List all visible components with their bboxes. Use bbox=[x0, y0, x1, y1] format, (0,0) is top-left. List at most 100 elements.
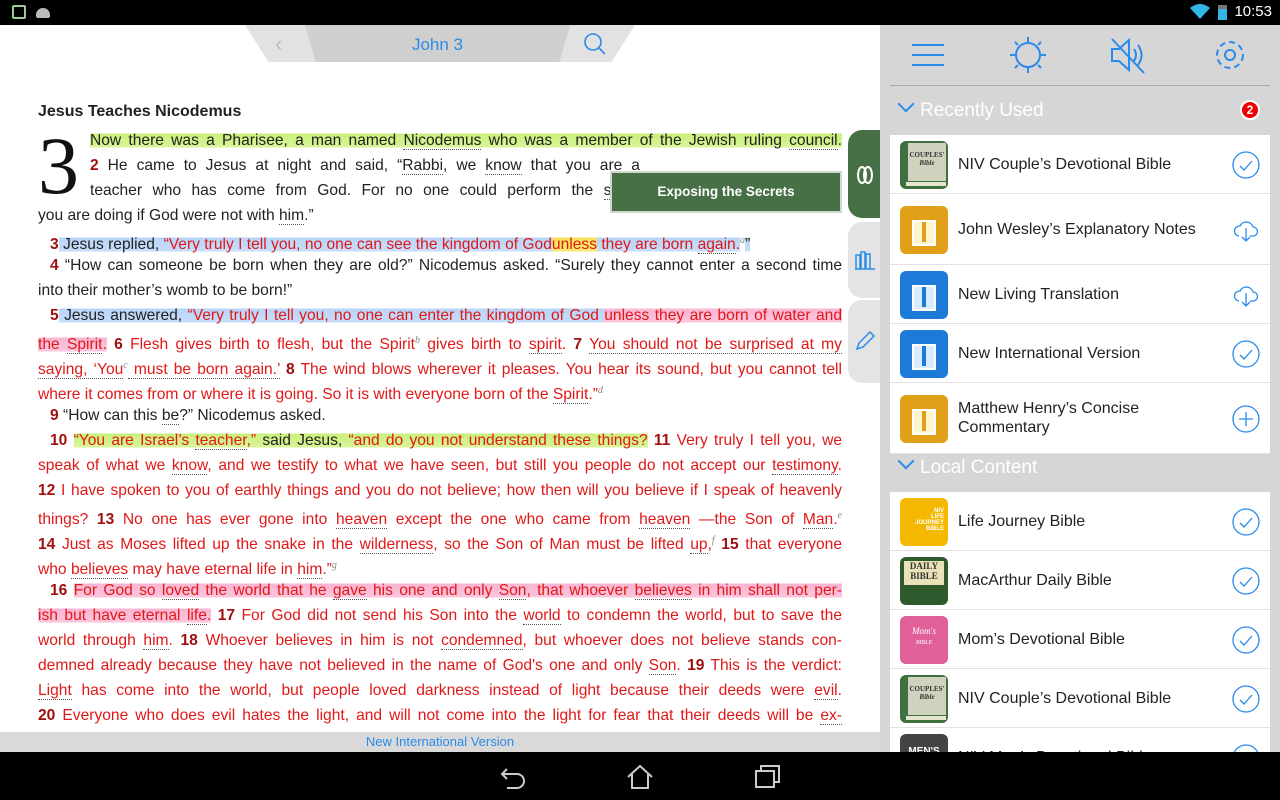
installed-check-icon[interactable] bbox=[1232, 744, 1260, 752]
linked-word[interactable]: him bbox=[297, 561, 323, 580]
footnote-marker[interactable]: e bbox=[838, 510, 842, 521]
devotional-tab[interactable] bbox=[848, 130, 880, 218]
linked-word[interactable]: know bbox=[485, 157, 522, 175]
local-content-header[interactable]: Local Content bbox=[897, 452, 1037, 479]
home-icon[interactable] bbox=[625, 762, 655, 792]
promo-banner[interactable]: Exposing the Secrets bbox=[610, 171, 842, 213]
book-cover-icon: Mom's BIBLE bbox=[900, 616, 948, 664]
linked-word[interactable]: him bbox=[143, 632, 169, 650]
chapter-selector[interactable]: John 3 bbox=[305, 35, 570, 55]
recently-used-header[interactable]: Recently Used bbox=[897, 95, 1044, 122]
verse-text: into their mother’s womb to be born!” bbox=[38, 282, 293, 299]
library-item[interactable]: COUPLES' Bible NIV Couple’s Devotional Bib… bbox=[890, 669, 1270, 728]
passage-line: into their mother’s womb to be born!” bbox=[38, 278, 842, 303]
linked-word[interactable]: testimony bbox=[772, 457, 838, 475]
linked-word[interactable]: believes bbox=[634, 582, 692, 600]
installed-check-icon[interactable] bbox=[1232, 567, 1260, 595]
library-item[interactable]: New International Version bbox=[890, 324, 1270, 383]
linked-word[interactable]: life bbox=[186, 607, 207, 625]
linked-word[interactable]: You should not be surprised at my bbox=[589, 336, 842, 355]
installed-check-icon[interactable] bbox=[1232, 685, 1260, 713]
linked-word[interactable]: heaven bbox=[639, 511, 691, 530]
linked-word[interactable]: Son bbox=[498, 582, 527, 600]
linked-word[interactable]: Son bbox=[648, 657, 677, 675]
linked-word[interactable]: gave bbox=[332, 582, 367, 600]
linked-word[interactable]: condemned bbox=[441, 632, 523, 650]
wifi-icon bbox=[1190, 4, 1210, 19]
linked-word[interactable]: Spirit bbox=[66, 336, 103, 355]
library-tab[interactable] bbox=[848, 222, 880, 298]
linked-word[interactable]: be bbox=[161, 407, 180, 425]
back-icon[interactable] bbox=[497, 762, 527, 792]
mute-icon[interactable] bbox=[1108, 35, 1148, 75]
linked-word[interactable]: know bbox=[171, 457, 208, 475]
linked-word[interactable]: council bbox=[789, 132, 838, 150]
add-icon[interactable] bbox=[1232, 405, 1260, 433]
library-item[interactable]: NIV LIFE JOURNEY BIBLE Life Journey Bible bbox=[890, 492, 1270, 551]
library-item[interactable]: New Living Translation bbox=[890, 265, 1270, 324]
passage-text[interactable]: Now there was a Pharisee, a man named Ni… bbox=[38, 128, 842, 728]
footnote-marker[interactable]: d bbox=[598, 385, 603, 396]
verse-text: in him shall not per- bbox=[691, 582, 842, 599]
linked-word[interactable]: Spirit bbox=[552, 386, 589, 405]
library-item[interactable]: Matthew Henry’s Concise Commentary bbox=[890, 383, 1270, 454]
linked-word[interactable]: spirit bbox=[528, 336, 562, 355]
linked-word[interactable]: believes bbox=[70, 561, 129, 580]
bible-reader[interactable]: ‹ John 3 Jesus Teaches Nicodemus 3 Now t… bbox=[0, 25, 880, 732]
verse-text: Everyone who does evil hates the light, … bbox=[55, 707, 821, 724]
cloud-download-icon[interactable] bbox=[1232, 216, 1260, 244]
linked-word[interactable]: must be born again.’ bbox=[127, 361, 280, 380]
verse-number: 11 bbox=[653, 432, 671, 449]
verse-text: ,” bbox=[246, 432, 257, 449]
verse-number: 10 bbox=[50, 432, 68, 449]
cloud-download-icon[interactable] bbox=[1232, 281, 1260, 309]
verse-text: who was a member of the Jewish ruling bbox=[481, 132, 790, 149]
library-item[interactable]: John Wesley’s Explanatory Notes bbox=[890, 194, 1270, 265]
verse-number: 7 bbox=[573, 336, 583, 354]
linked-word[interactable]: world bbox=[523, 607, 561, 625]
verse-text: . bbox=[837, 132, 842, 149]
verse-text: For God did not send his Son into the bbox=[235, 607, 524, 624]
linked-word[interactable]: Man bbox=[802, 511, 834, 530]
library-panel: Recently Used 2 COUPLES' Bible NIV Couple’… bbox=[880, 25, 1280, 752]
passage-line: 3 Jesus replied, “Very truly I tell you,… bbox=[38, 228, 842, 255]
linked-word[interactable]: heaven bbox=[335, 511, 388, 530]
linked-word[interactable]: Rabbi bbox=[402, 157, 444, 175]
settings-icon[interactable] bbox=[1210, 35, 1250, 75]
linked-word[interactable]: Light bbox=[38, 682, 72, 700]
linked-word[interactable]: Nicodemus bbox=[403, 132, 482, 150]
linked-word[interactable]: again bbox=[697, 236, 736, 255]
installed-check-icon[interactable] bbox=[1232, 508, 1260, 536]
linked-word[interactable]: up bbox=[690, 536, 708, 555]
book-title: NIV Men’s Devotional Bible bbox=[958, 728, 1218, 753]
back-chevron-icon[interactable]: ‹ bbox=[275, 31, 282, 57]
library-item[interactable]: MEN'S NIV Men’s Devotional Bible bbox=[890, 728, 1270, 752]
installed-check-icon[interactable] bbox=[1232, 626, 1260, 654]
menu-icon[interactable] bbox=[908, 35, 948, 75]
linked-word[interactable]: teacher bbox=[195, 432, 247, 450]
verse-text bbox=[67, 582, 73, 599]
notes-tab[interactable] bbox=[848, 300, 880, 383]
status-bar: 10:53 bbox=[0, 0, 1280, 25]
linked-word[interactable]: evil bbox=[814, 682, 838, 700]
linked-word[interactable]: him bbox=[278, 207, 305, 225]
brightness-icon[interactable] bbox=[1008, 35, 1048, 75]
version-label[interactable]: New International Version bbox=[0, 732, 880, 752]
recent-apps-icon[interactable] bbox=[753, 762, 783, 792]
library-item[interactable]: DAILY BIBLE MacArthur Daily Bible bbox=[890, 551, 1270, 610]
verse-text: The wind blows wherever it pleases. You … bbox=[294, 361, 842, 379]
linked-word[interactable]: saying, ‘You bbox=[38, 361, 124, 380]
book-cover-icon bbox=[900, 330, 948, 378]
linked-word[interactable]: loved bbox=[161, 582, 200, 600]
library-item[interactable]: Mom's BIBLE Mom’s Devotional Bible bbox=[890, 610, 1270, 669]
linked-word[interactable]: ex- bbox=[820, 707, 842, 725]
book-title: NIV Couple’s Devotional Bible bbox=[958, 689, 1172, 707]
passage-line: world through him. 18 Whoever believes i… bbox=[38, 628, 842, 653]
footnote-marker[interactable]: g bbox=[332, 560, 337, 571]
installed-check-icon[interactable] bbox=[1232, 340, 1260, 368]
search-icon[interactable] bbox=[583, 32, 607, 56]
installed-check-icon[interactable] bbox=[1232, 151, 1260, 179]
linked-word[interactable]: wilderness bbox=[359, 536, 434, 555]
library-item[interactable]: COUPLES' Bible NIV Couple’s Devotional Bib… bbox=[890, 135, 1270, 194]
book-cover-icon: COUPLES' Bible bbox=[900, 675, 948, 723]
